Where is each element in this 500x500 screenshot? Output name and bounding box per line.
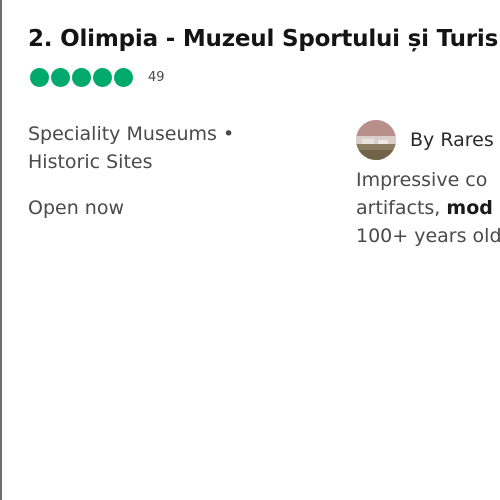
- search-result-card: 2. Olimpia - Muzeul Sportului și Turismu…: [0, 0, 500, 500]
- review-author-name[interactable]: By Rares: [410, 129, 494, 151]
- reviewer-avatar[interactable]: [356, 120, 396, 160]
- review-line: Impressive co: [356, 169, 488, 191]
- attraction-title-link[interactable]: 2. Olimpia - Muzeul Sportului și Turismu…: [28, 26, 500, 52]
- review-text: Impressive co artifacts, mod 100+ years …: [356, 166, 500, 250]
- rating-bubbles: [30, 68, 135, 87]
- review-count[interactable]: 49: [148, 68, 165, 87]
- open-status: Open now: [28, 197, 124, 219]
- review-snippet[interactable]: By Rares Impressive co artifacts, mod 10…: [356, 120, 500, 250]
- review-author-row: By Rares: [356, 120, 500, 160]
- review-line: artifacts, mod: [356, 194, 500, 222]
- category-speciality-museums: Speciality Museums •: [28, 123, 235, 145]
- rating-bubble-icon: [51, 68, 70, 87]
- rating-bubble-icon: [30, 68, 49, 87]
- category-historic-sites: Historic Sites: [28, 151, 153, 173]
- review-highlight: mod: [446, 197, 493, 219]
- rating-bubble-icon: [93, 68, 112, 87]
- category-list: Speciality Museums • Historic Sites: [28, 120, 234, 176]
- rating-bubble-icon: [72, 68, 91, 87]
- rating-bubble-icon: [114, 68, 133, 87]
- rating-row[interactable]: 49: [30, 68, 165, 87]
- review-line: 100+ years old: [356, 225, 500, 247]
- review-text-segment: artifacts,: [356, 197, 447, 219]
- card-left-border: [0, 0, 2, 500]
- reviewer-photo-icon: [356, 120, 396, 160]
